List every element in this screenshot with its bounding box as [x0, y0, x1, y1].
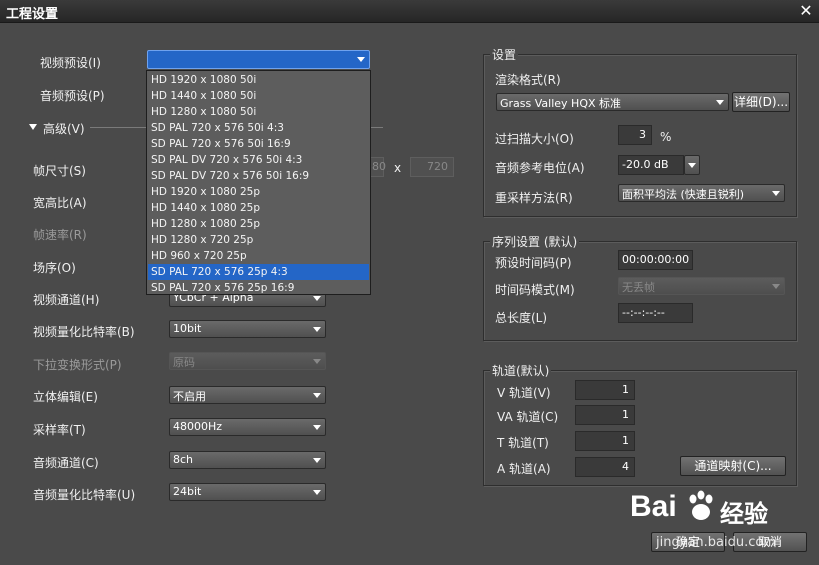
audio-channel-label: 音频通道(C) [33, 456, 99, 470]
va-track-label: VA 轨道(C) [497, 410, 559, 424]
dropdown-item[interactable]: SD PAL 720 x 576 25p 16:9 [148, 280, 369, 296]
sequence-group-title: 序列设置 (默认) [490, 233, 580, 250]
advanced-divider [90, 127, 146, 128]
chevron-down-icon [688, 163, 696, 168]
aspect-ratio-label: 宽高比(A) [33, 196, 87, 210]
audio-ref-level-dropdown[interactable] [684, 155, 700, 175]
frame-rate-label: 帧速率(R) [33, 228, 87, 242]
pulldown-select[interactable]: 原码 [169, 352, 326, 370]
audio-bitdepth-select[interactable]: 24bit [169, 483, 326, 501]
video-channel-label: 视频通道(H) [33, 293, 100, 307]
chevron-down-icon [313, 327, 321, 332]
settings-group-title: 设置 [490, 46, 519, 63]
dropdown-item[interactable]: SD PAL 720 x 576 50i 16:9 [148, 136, 369, 152]
dropdown-item[interactable]: SD PAL 720 x 576 50i 4:3 [148, 120, 369, 136]
detail-button[interactable]: 详细(D)... [732, 92, 790, 112]
dropdown-item[interactable]: HD 1920 x 1080 50i [148, 72, 369, 88]
render-format-label: 渲染格式(R) [495, 73, 561, 87]
advanced-divider-right [371, 127, 383, 128]
total-length-input[interactable]: --:--:--:-- [618, 303, 693, 323]
tracks-group-title: 轨道(默认) [490, 362, 552, 379]
audio-ref-level-input[interactable]: -20.0 dB [618, 155, 684, 175]
overscan-input[interactable]: 3 [618, 125, 652, 145]
dropdown-item[interactable]: HD 1280 x 1080 50i [148, 104, 369, 120]
window-title: 工程设置 [6, 7, 59, 22]
t-track-label: T 轨道(T) [497, 436, 549, 450]
timecode-mode-label: 时间码模式(M) [495, 283, 575, 297]
close-icon[interactable]: ✕ [797, 2, 815, 20]
sample-rate-select[interactable]: 48000Hz [169, 418, 326, 436]
v-track-input[interactable]: 1 [575, 380, 635, 400]
chevron-down-icon [772, 284, 780, 289]
dropdown-item[interactable]: HD 1280 x 720 25p [148, 232, 369, 248]
va-track-input[interactable]: 1 [575, 405, 635, 425]
chevron-down-icon [313, 490, 321, 495]
dropdown-item[interactable]: HD 1280 x 1080 25p [148, 216, 369, 232]
dropdown-item[interactable]: HD 1920 x 1080 25p [148, 184, 369, 200]
chevron-down-icon [313, 458, 321, 463]
collapse-triangle-icon[interactable] [29, 124, 37, 130]
field-order-label: 场序(O) [33, 261, 76, 275]
v-track-label: V 轨道(V) [497, 386, 551, 400]
frame-x-separator: x [394, 161, 402, 175]
advanced-section-label[interactable]: 高级(V) [43, 120, 85, 137]
resample-method-label: 重采样方法(R) [495, 191, 573, 205]
chevron-down-icon [772, 191, 780, 196]
sample-rate-label: 采样率(T) [33, 423, 86, 437]
video-bitdepth-select[interactable]: 10bit [169, 320, 326, 338]
chevron-down-icon [716, 100, 724, 105]
timecode-mode-select[interactable]: 无丢帧 [618, 277, 785, 295]
audio-preset-label: 音频预设(P) [40, 89, 105, 103]
dropdown-item-selected[interactable]: SD PAL 720 x 576 25p 4:3 [148, 264, 369, 280]
paw-logo-icon [686, 490, 716, 522]
title-bar [0, 0, 819, 23]
dropdown-item[interactable]: HD 1440 x 1080 25p [148, 200, 369, 216]
stereo-edit-label: 立体编辑(E) [33, 390, 98, 404]
video-preset-select[interactable] [147, 50, 370, 69]
preset-timecode-label: 预设时间码(P) [495, 256, 572, 270]
watermark-brand-cn: 经验 [720, 500, 768, 528]
dropdown-item[interactable]: HD 1440 x 1080 50i [148, 88, 369, 104]
overscan-unit: % [660, 130, 672, 144]
video-preset-label: 视频预设(I) [40, 56, 101, 70]
dropdown-item[interactable]: SD PAL DV 720 x 576 50i 16:9 [148, 168, 369, 184]
frame-size-label: 帧尺寸(S) [33, 164, 86, 178]
chevron-down-icon [357, 57, 365, 62]
overscan-label: 过扫描大小(O) [495, 132, 574, 146]
stereo-edit-select[interactable]: 不启用 [169, 386, 326, 404]
chevron-down-icon [313, 393, 321, 398]
t-track-input[interactable]: 1 [575, 431, 635, 451]
audio-bitdepth-label: 音频量化比特率(U) [33, 488, 136, 502]
render-format-select[interactable]: Grass Valley HQX 标准 [496, 93, 729, 111]
chevron-down-icon [313, 425, 321, 430]
a-track-label: A 轨道(A) [497, 462, 551, 476]
video-bitdepth-label: 视频量化比特率(B) [33, 325, 135, 339]
chevron-down-icon [313, 359, 321, 364]
a-track-input[interactable]: 4 [575, 457, 635, 477]
total-length-label: 总长度(L) [495, 311, 548, 325]
audio-channel-select[interactable]: 8ch [169, 451, 326, 469]
dropdown-item[interactable]: HD 960 x 720 25p [148, 248, 369, 264]
preset-timecode-input[interactable]: 00:00:00:00 [618, 250, 693, 270]
channel-map-button[interactable]: 通道映射(C)... [680, 456, 786, 476]
audio-ref-level-label: 音频参考电位(A) [495, 161, 585, 175]
chevron-down-icon [313, 296, 321, 301]
pulldown-label: 下拉变换形式(P) [33, 358, 122, 372]
watermark-url: jingyan.baidu.com [656, 535, 776, 550]
resample-method-select[interactable]: 面积平均法 (快速且锐利) [618, 184, 785, 202]
frame-height-input[interactable]: 720 [410, 157, 454, 177]
dropdown-item[interactable]: SD PAL DV 720 x 576 50i 4:3 [148, 152, 369, 168]
video-preset-dropdown-list: HD 1920 x 1080 50i HD 1440 x 1080 50i HD… [146, 70, 371, 295]
watermark-brand: Bai [630, 490, 677, 523]
